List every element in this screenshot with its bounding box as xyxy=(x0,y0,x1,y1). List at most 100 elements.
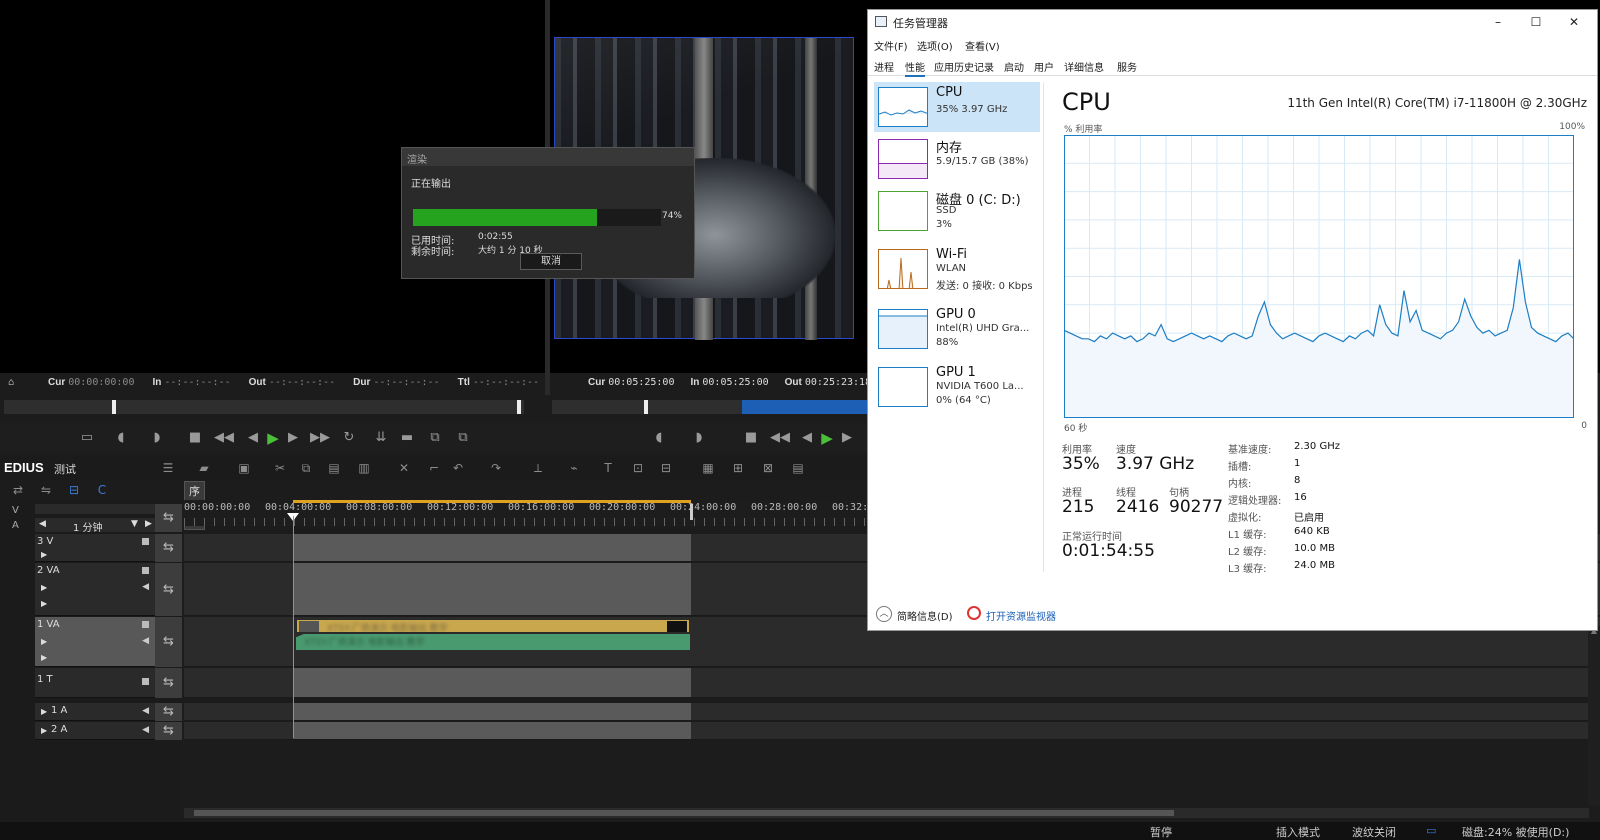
expand-arrow-icon[interactable]: ▶ xyxy=(41,599,47,608)
perf-item-cpu[interactable]: CPU 35% 3.97 GHz xyxy=(874,82,1040,132)
track-1a-lane[interactable] xyxy=(184,703,1600,721)
out-point-marker[interactable] xyxy=(690,504,693,520)
step-back-icon[interactable]: ◀ xyxy=(244,429,262,447)
resource-monitor-icon[interactable] xyxy=(967,606,981,620)
menu-file[interactable]: 文件(F) xyxy=(874,38,908,53)
cut-icon[interactable]: ✂ xyxy=(272,460,288,476)
loop-icon[interactable]: ↻ xyxy=(340,429,358,447)
tab-processes[interactable]: 进程 xyxy=(874,59,894,74)
redo-icon[interactable]: ↷ xyxy=(488,460,504,476)
track-1t-lane[interactable] xyxy=(184,668,1600,698)
title-icon[interactable]: T xyxy=(600,460,616,476)
expand-arrow-icon[interactable]: ▶ xyxy=(41,583,47,592)
recorder-rewind-icon[interactable]: ◀◀ xyxy=(770,429,790,447)
menu-view[interactable]: 查看(V) xyxy=(965,38,1000,53)
tab-app-history[interactable]: 应用历史记录 xyxy=(934,59,994,74)
recorder-set-in-icon[interactable]: ◖ xyxy=(650,429,668,447)
track-swap-icon[interactable]: ⇆ xyxy=(155,534,182,562)
perf-item-gpu0[interactable]: GPU 0 Intel(R) UHD Gra... 88% xyxy=(874,304,1040,354)
track-1va-header[interactable]: 1 VA ▶ ◀ ▶ xyxy=(35,617,155,667)
track-swap-icon[interactable]: ⇆ xyxy=(155,703,182,721)
track-swap-icon[interactable]: ⇆ xyxy=(155,722,182,740)
set-out-icon[interactable]: ◗ xyxy=(148,429,166,447)
track-swap-icon[interactable]: ⇆ xyxy=(155,668,182,698)
timeline-scale-selector[interactable]: ◀ 1 分钟 ▼ ▶ xyxy=(35,518,155,534)
audio-clip[interactable]: XTSY-厂商演示 电影输出 教学 xyxy=(296,634,690,650)
speaker-icon[interactable]: ◀ xyxy=(142,636,149,646)
track-tool-icon-2[interactable]: ⇋ xyxy=(38,482,54,498)
menu-options[interactable]: 选项(O) xyxy=(917,38,953,53)
scrollbar-thumb[interactable] xyxy=(194,810,1174,816)
tab-details[interactable]: 详细信息 xyxy=(1064,59,1104,74)
minimize-icon[interactable]: – xyxy=(1483,13,1513,31)
fewer-details-link[interactable]: 简略信息(D) xyxy=(897,608,953,623)
timeline-options-icon[interactable]: ▤ xyxy=(790,460,806,476)
tab-services[interactable]: 服务 xyxy=(1117,59,1137,74)
video-clip[interactable]: XTSY-厂商演示 电影输出 教学 xyxy=(296,619,690,634)
expand-arrow-icon[interactable]: ▶ xyxy=(41,726,47,735)
recorder-scrub-thumb[interactable] xyxy=(644,400,648,414)
razor-icon[interactable]: ⟂ xyxy=(530,460,546,476)
close-icon[interactable]: ✕ xyxy=(1559,13,1589,31)
undo-icon[interactable]: ↶ xyxy=(450,460,466,476)
scale-left-icon[interactable]: ◀ xyxy=(39,519,46,529)
task-manager-titlebar[interactable]: 任务管理器 – ☐ ✕ xyxy=(868,10,1597,34)
save-icon[interactable]: ▣ xyxy=(236,460,252,476)
timeline-cursor[interactable] xyxy=(293,516,294,738)
recorder-scrubber[interactable] xyxy=(552,400,872,414)
player-scrub-end[interactable] xyxy=(517,400,521,414)
recorder-set-out-icon[interactable]: ◗ xyxy=(690,429,708,447)
rewind-icon[interactable]: ◀◀ xyxy=(214,429,234,447)
recorder-step-forward-icon[interactable]: ▶ xyxy=(838,429,856,447)
ripple-delete-icon[interactable]: ⌐ xyxy=(426,460,442,476)
maximize-icon[interactable]: ☐ xyxy=(1521,13,1551,31)
track-2va-header[interactable]: 2 VA ▶ ◀ ▶ xyxy=(35,563,155,616)
track-video-toggle-icon[interactable] xyxy=(142,538,149,545)
ripple-mode-status[interactable]: 波纹关闭 xyxy=(1352,824,1396,840)
speaker-icon[interactable]: ◀ xyxy=(142,582,149,592)
expand-arrow-icon[interactable]: ▶ xyxy=(41,550,47,559)
track-zoom-strip[interactable] xyxy=(35,504,155,514)
chevron-down-icon[interactable]: ▼ xyxy=(131,519,138,529)
perf-item-memory[interactable]: 内存 5.9/15.7 GB (38%) xyxy=(874,134,1040,184)
track-1a-header[interactable]: ▶ 1 A ◀ xyxy=(35,703,155,721)
speaker-icon[interactable]: ◀ xyxy=(142,706,149,716)
stop-icon[interactable]: ■ xyxy=(186,429,204,447)
perf-item-disk[interactable]: 磁盘 0 (C: D:) SSD 3% xyxy=(874,186,1040,236)
fast-forward-icon[interactable]: ▶▶ xyxy=(310,429,330,447)
tab-performance[interactable]: 性能 xyxy=(905,59,925,77)
render-cancel-button[interactable]: 取消 xyxy=(520,253,582,270)
snap-icon[interactable]: C xyxy=(94,482,110,498)
track-video-toggle-icon[interactable] xyxy=(142,567,149,574)
set-in-icon[interactable]: ◖ xyxy=(112,429,130,447)
step-forward-icon[interactable]: ▶ xyxy=(284,429,302,447)
track-2a-lane[interactable] xyxy=(184,722,1600,740)
export-icon[interactable]: ⧉ xyxy=(454,429,472,447)
tab-users[interactable]: 用户 xyxy=(1034,59,1054,74)
track-swap-icon[interactable]: ⇆ xyxy=(155,504,182,532)
expand-arrow-icon[interactable]: ▶ xyxy=(41,637,47,646)
track-3v-header[interactable]: 3 V ▶ xyxy=(35,534,155,562)
recorder-stop-icon[interactable]: ■ xyxy=(742,429,760,447)
paste-insert-icon[interactable]: ▥ xyxy=(356,460,372,476)
mixer-icon[interactable]: ▦ xyxy=(700,460,716,476)
monitor-icon[interactable]: ▭ xyxy=(1426,824,1436,837)
match-frame-icon[interactable]: ⧉ xyxy=(426,429,444,447)
render-icon[interactable]: ⊠ xyxy=(760,460,776,476)
overwrite-to-timeline-icon[interactable]: ▬ xyxy=(398,429,416,447)
speaker-icon[interactable]: ◀ xyxy=(142,725,149,735)
player-scrubber[interactable] xyxy=(4,400,524,414)
audio-mixer-icon[interactable]: ⊞ xyxy=(730,460,746,476)
track-video-toggle-icon[interactable] xyxy=(142,621,149,628)
perf-item-gpu1[interactable]: GPU 1 NVIDIA T600 La... 0% (64 °C) xyxy=(874,362,1040,412)
play-icon[interactable]: ▶ xyxy=(264,429,282,447)
expand-arrow-icon[interactable]: ▶ xyxy=(41,707,47,716)
sync-mode-icon[interactable]: ⊟ xyxy=(66,482,82,498)
open-project-icon[interactable]: ▰ xyxy=(196,460,212,476)
track-tool-icon-1[interactable]: ⇄ xyxy=(10,482,26,498)
marker-icon[interactable]: ▭ xyxy=(78,429,96,447)
track-swap-icon[interactable]: ⇆ xyxy=(155,563,182,616)
player-scrub-thumb[interactable] xyxy=(112,400,116,414)
open-resource-monitor-link[interactable]: 打开资源监视器 xyxy=(986,608,1056,623)
expand-arrow-icon[interactable]: ▶ xyxy=(41,653,47,662)
